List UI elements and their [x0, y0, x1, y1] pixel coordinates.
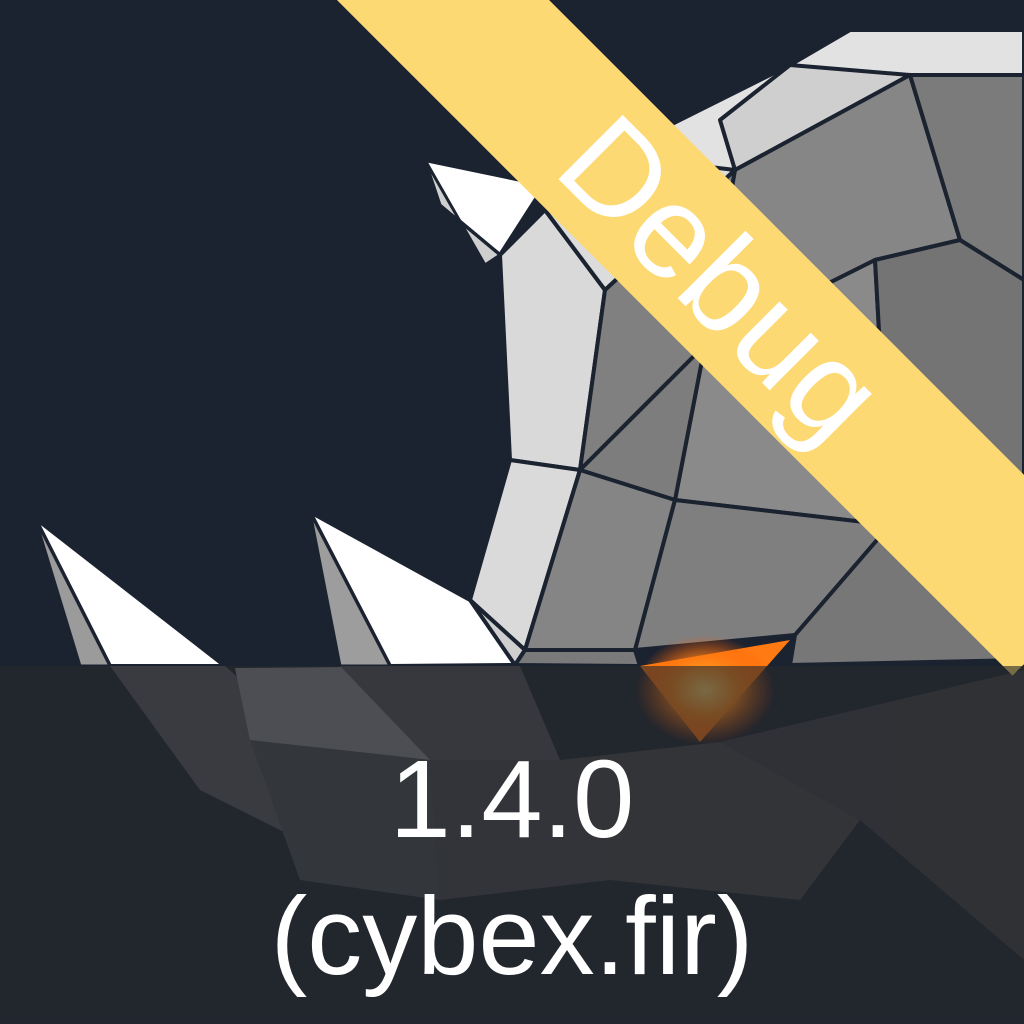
app-icon: Debug 1.4.0 (cybex.fir): [0, 0, 1024, 1024]
build-label: (cybex.fir): [270, 875, 754, 998]
version-number: 1.4.0: [389, 738, 635, 861]
